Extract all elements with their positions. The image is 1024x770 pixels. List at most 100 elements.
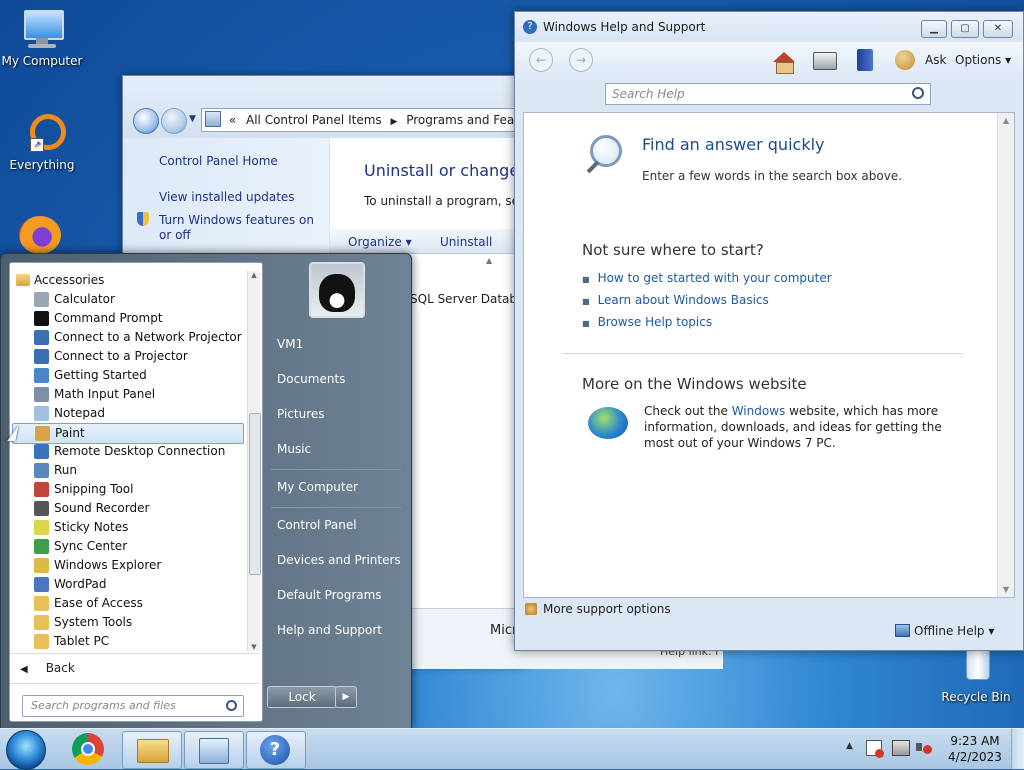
clock[interactable]: 9:23 AM 4/2/2023 (940, 733, 1010, 765)
sort-arrow-icon: ▲ (486, 256, 493, 265)
program-icon (34, 482, 49, 497)
search-placeholder: Search Help (612, 87, 685, 101)
program-item[interactable]: Notepad (12, 404, 242, 423)
program-item[interactable]: Snipping Tool (12, 480, 242, 499)
print-icon[interactable] (813, 52, 837, 70)
volume-icon[interactable] (916, 740, 932, 754)
program-label: Paint (55, 426, 85, 440)
explorer-taskbar-button[interactable] (122, 731, 182, 769)
program-item[interactable]: Paint (12, 423, 244, 444)
desktop-icon-everything[interactable]: ↗ Everything (0, 112, 84, 172)
divider (10, 683, 260, 684)
shutdown-options-button[interactable]: ▶ (335, 686, 357, 708)
tray-expand-icon[interactable]: ▲ (846, 741, 853, 751)
control-panel-link[interactable]: Control Panel (277, 518, 357, 532)
default-programs-link[interactable]: Default Programs (277, 588, 382, 602)
music-link[interactable]: Music (277, 442, 311, 456)
help-scrollbar[interactable]: ▲ ▼ (997, 113, 1014, 597)
program-item[interactable]: Math Input Panel (12, 385, 242, 404)
search-icon[interactable] (226, 700, 237, 711)
folder-accessories[interactable]: Accessories (12, 271, 242, 290)
control-panel-home-link[interactable]: Control Panel Home (159, 154, 278, 168)
help-support-link[interactable]: Help and Support (277, 623, 382, 637)
desktop-icon-recycle-bin[interactable]: Recycle Bin (934, 644, 1018, 704)
show-desktop-button[interactable] (1011, 729, 1024, 769)
program-item[interactable]: Command Prompt (12, 309, 242, 328)
history-dropdown-icon[interactable]: ▼ (189, 114, 196, 124)
breadcrumb-item[interactable]: All Control Panel Items (246, 113, 382, 127)
back-button[interactable] (133, 108, 159, 134)
forward-button[interactable] (161, 108, 187, 134)
documents-link[interactable]: Documents (277, 372, 345, 386)
lock-button[interactable]: Lock (267, 686, 337, 708)
program-item[interactable]: Run (12, 461, 242, 480)
ask-icon[interactable] (895, 50, 915, 70)
help-link-item[interactable]: ■ How to get started with your computer (582, 271, 832, 293)
user-folder-link[interactable]: VM1 (277, 337, 303, 351)
offline-help-button[interactable]: Offline Help ▾ (895, 624, 994, 638)
start-orb-icon[interactable] (6, 730, 46, 770)
program-item[interactable]: Sticky Notes (12, 518, 242, 537)
program-label: Math Input Panel (54, 387, 156, 401)
program-item[interactable]: Connect to a Network Projector (12, 328, 242, 347)
help-link-item[interactable]: ■ Learn about Windows Basics (582, 293, 832, 315)
divider (271, 507, 401, 508)
view-installed-updates-link[interactable]: View installed updates (159, 190, 295, 204)
user-avatar[interactable] (309, 262, 365, 318)
help-taskbar-button[interactable]: ? (246, 731, 306, 769)
windows-features-link[interactable]: Turn Windows features on or off (159, 213, 319, 243)
browse-help-icon[interactable] (857, 49, 873, 71)
program-item[interactable]: Tablet PC (12, 632, 242, 651)
chrome-icon[interactable] (72, 733, 104, 765)
help-search-input[interactable]: Search Help (605, 83, 931, 105)
window-title: Windows Help and Support (543, 20, 706, 34)
globe-icon (588, 407, 628, 439)
search-placeholder: Search programs and files (31, 699, 176, 712)
program-item[interactable]: Ease of Access (12, 594, 242, 613)
devices-printers-link[interactable]: Devices and Printers (277, 553, 401, 567)
forward-arrow-icon[interactable]: → (569, 48, 593, 72)
options-button[interactable]: Options ▾ (955, 53, 1011, 67)
windows-website-link[interactable]: Windows (732, 404, 786, 418)
control-panel-icon (205, 111, 221, 127)
home-icon[interactable] (773, 52, 795, 62)
clock-date: 4/2/2023 (948, 750, 1002, 764)
desktop-icon-my-computer[interactable]: My Computer (0, 8, 84, 68)
close-button[interactable]: ✕ (983, 20, 1013, 38)
support-icon (525, 603, 537, 615)
taskbar: ? ▲ 9:23 AM 4/2/2023 (0, 728, 1024, 770)
program-item[interactable]: System Tools (12, 613, 242, 632)
program-item[interactable]: Calculator (12, 290, 242, 309)
address-bar[interactable]: « All Control Panel Items ▶ Programs and… (201, 108, 533, 132)
uninstall-button[interactable]: Uninstall (440, 235, 492, 249)
program-item[interactable]: Connect to a Projector (12, 347, 242, 366)
ask-button[interactable]: Ask (925, 53, 946, 67)
network-icon[interactable] (892, 740, 910, 756)
programs-scrollbar[interactable]: ▲ ▼ (247, 271, 261, 651)
help-link-item[interactable]: ■ Browse Help topics (582, 315, 832, 337)
action-center-icon[interactable] (866, 740, 884, 758)
program-item[interactable]: Sync Center (12, 537, 242, 556)
control-panel-taskbar-button[interactable] (184, 731, 244, 769)
more-website-text: Check out the Windows website, which has… (644, 404, 942, 450)
maximize-button[interactable]: ▢ (951, 20, 979, 38)
my-computer-link[interactable]: My Computer (277, 480, 358, 494)
program-item[interactable]: Sound Recorder (12, 499, 242, 518)
search-icon[interactable] (912, 87, 924, 99)
program-item[interactable]: Remote Desktop Connection (12, 442, 242, 461)
program-item[interactable]: Windows Explorer (12, 556, 242, 575)
find-answer-text: Enter a few words in the search box abov… (642, 169, 903, 183)
program-item[interactable]: WordPad (12, 575, 242, 594)
start-search-input[interactable]: Search programs and files (22, 695, 244, 717)
more-support-options[interactable]: More support options (525, 602, 671, 616)
program-label: Getting Started (54, 368, 147, 382)
pictures-link[interactable]: Pictures (277, 407, 325, 421)
back-button[interactable]: ◀ Back (20, 661, 75, 675)
program-icon (34, 577, 49, 592)
back-arrow-icon: ◀ (20, 664, 28, 675)
program-item[interactable]: Getting Started (12, 366, 242, 385)
back-arrow-icon[interactable]: ← (529, 48, 553, 72)
help-content: Find an answer quickly Enter a few words… (523, 112, 1015, 598)
minimize-button[interactable]: ▁ (921, 20, 947, 38)
organize-button[interactable]: Organize ▾ (348, 235, 412, 249)
